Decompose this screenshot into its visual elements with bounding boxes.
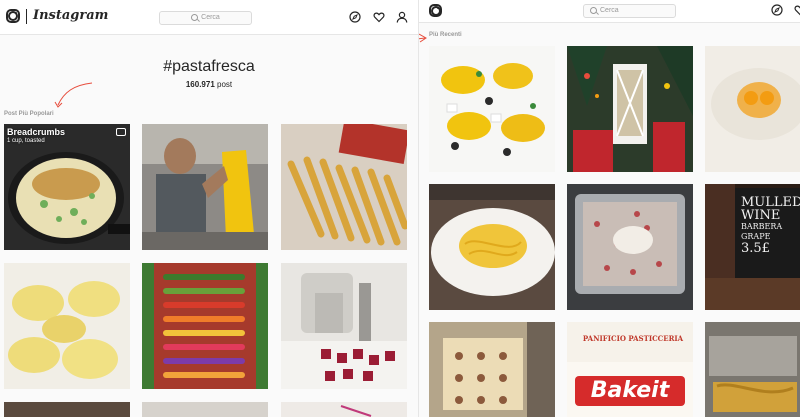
post-tile-row3-2[interactable] <box>142 402 268 417</box>
post-image <box>281 263 407 389</box>
post-image <box>705 46 800 172</box>
logo-separator <box>26 9 27 24</box>
search-icon <box>191 13 199 21</box>
mulled-price: 3.5£ <box>741 241 770 256</box>
post-image <box>429 184 555 310</box>
post-image <box>142 402 268 417</box>
top-nav-bar: Instagram Cerca <box>0 0 418 35</box>
annotation-arrow-right <box>419 33 427 43</box>
post-count-label: post <box>217 80 233 89</box>
compass-icon[interactable] <box>349 11 361 23</box>
search-placeholder: Cerca <box>600 7 619 14</box>
post-tile-breadcrumbs[interactable]: Breadcrumbs 1 cup, toasted <box>4 124 130 250</box>
recent-section-label: Più Recenti <box>429 32 462 38</box>
bakeit-logo: Bakeit <box>575 376 685 406</box>
mulled-line2: WINE <box>741 208 781 223</box>
compass-icon[interactable] <box>771 4 783 16</box>
post-image <box>705 322 800 417</box>
post-image <box>567 184 693 310</box>
tile-caption-title: Breadcrumbs <box>7 127 66 137</box>
post-tile-flour-eggs[interactable] <box>705 46 800 172</box>
post-tile-row3-1[interactable] <box>4 402 130 417</box>
post-tile-ravioli-plate[interactable] <box>429 46 555 172</box>
post-tile-mulled-wine[interactable]: MULLED WINE BARBERA GRAPE 3.5£ <box>705 184 800 310</box>
post-image <box>142 124 268 250</box>
instagram-wordmark[interactable]: Instagram <box>33 8 108 23</box>
post-count-value: 160.971 <box>185 80 215 89</box>
post-tile-kitchen[interactable] <box>705 322 800 417</box>
bakeit-heading: PANIFICIO PASTICCERIA <box>582 334 684 343</box>
post-tile-chef-pasta[interactable] <box>142 124 268 250</box>
instagram-logo-icon[interactable] <box>429 4 442 17</box>
post-tile-ravioli-sheet[interactable] <box>429 322 555 417</box>
post-tile-row3-3[interactable] <box>281 402 407 417</box>
heart-icon[interactable] <box>794 4 800 16</box>
post-image <box>4 263 130 389</box>
tile-caption-subtitle: 1 cup, toasted <box>7 138 45 144</box>
post-image <box>142 263 268 389</box>
search-input-right[interactable]: Cerca <box>583 4 676 18</box>
post-tile-bakeit[interactable]: PANIFICIO PASTICCERIA Bakeit <box>567 322 693 417</box>
post-image <box>281 402 407 417</box>
hashtag-title: #pastafresca <box>163 58 255 75</box>
instagram-logo-icon[interactable] <box>6 9 20 23</box>
recent-posts-pane: Cerca Più Recenti MULLED WINE BARBERA GR… <box>418 0 800 417</box>
search-placeholder: Cerca <box>201 14 220 21</box>
post-tile-tagliatelle[interactable] <box>429 184 555 310</box>
post-image <box>429 46 555 172</box>
post-image <box>429 322 555 417</box>
post-image <box>281 124 407 250</box>
search-input[interactable]: Cerca <box>159 11 252 25</box>
mulled-line3: BARBERA <box>741 222 783 231</box>
post-image <box>4 402 130 417</box>
post-tile-christmas-lantern[interactable] <box>567 46 693 172</box>
post-tile-pasta-machine[interactable] <box>281 263 407 389</box>
post-tile-colored-pasta[interactable] <box>142 263 268 389</box>
annotation-arrow-left <box>54 82 93 108</box>
top-nav-bar-right: Cerca <box>419 0 800 23</box>
post-image <box>567 46 693 172</box>
popular-posts-pane: Instagram Cerca #pastafresca 160.971 pos… <box>0 0 418 417</box>
popular-section-label: Post Più Popolari <box>4 111 54 117</box>
post-tile-ragu-tray[interactable] <box>567 184 693 310</box>
post-tile-garganelli[interactable] <box>281 124 407 250</box>
chalkboard-text: MULLED WINE BARBERA GRAPE 3.5£ <box>741 196 800 255</box>
heart-icon[interactable] <box>373 11 385 23</box>
video-camera-icon <box>116 128 126 136</box>
post-tile-culurgiones[interactable] <box>4 263 130 389</box>
search-icon <box>590 6 597 14</box>
tile-caption: Breadcrumbs 1 cup, toasted <box>7 127 65 145</box>
user-icon[interactable] <box>396 11 408 23</box>
